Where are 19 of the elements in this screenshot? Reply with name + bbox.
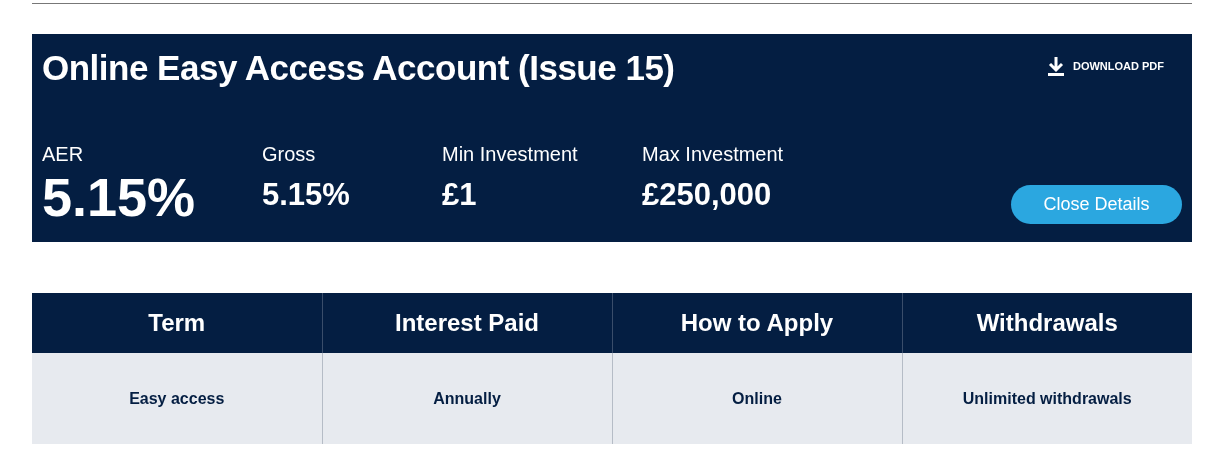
stat-value: £1	[442, 176, 478, 214]
table-cell: Online	[612, 353, 902, 444]
stat-value: 5.15%	[42, 170, 197, 224]
column-header: How to Apply	[612, 293, 902, 353]
product-title: Online Easy Access Account (Issue 15)	[42, 48, 675, 88]
stat-label: Max Investment	[642, 143, 784, 166]
download-icon	[1046, 56, 1065, 76]
column-header: Term	[32, 293, 322, 353]
stat-value: £250,000	[642, 176, 773, 214]
download-pdf-link[interactable]: DOWNLOAD PDF	[1046, 56, 1164, 76]
column-header: Withdrawals	[902, 293, 1192, 353]
stat-value: 5.15%	[262, 176, 351, 214]
table-cell: Unlimited withdrawals	[902, 353, 1192, 444]
stat-label: Gross	[262, 143, 317, 166]
stat-label: AER	[42, 143, 85, 166]
stat-label: Min Investment	[442, 143, 579, 166]
table-cell: Annually	[322, 353, 612, 444]
column-header: Interest Paid	[322, 293, 612, 353]
table-cell: Easy access	[32, 353, 322, 444]
